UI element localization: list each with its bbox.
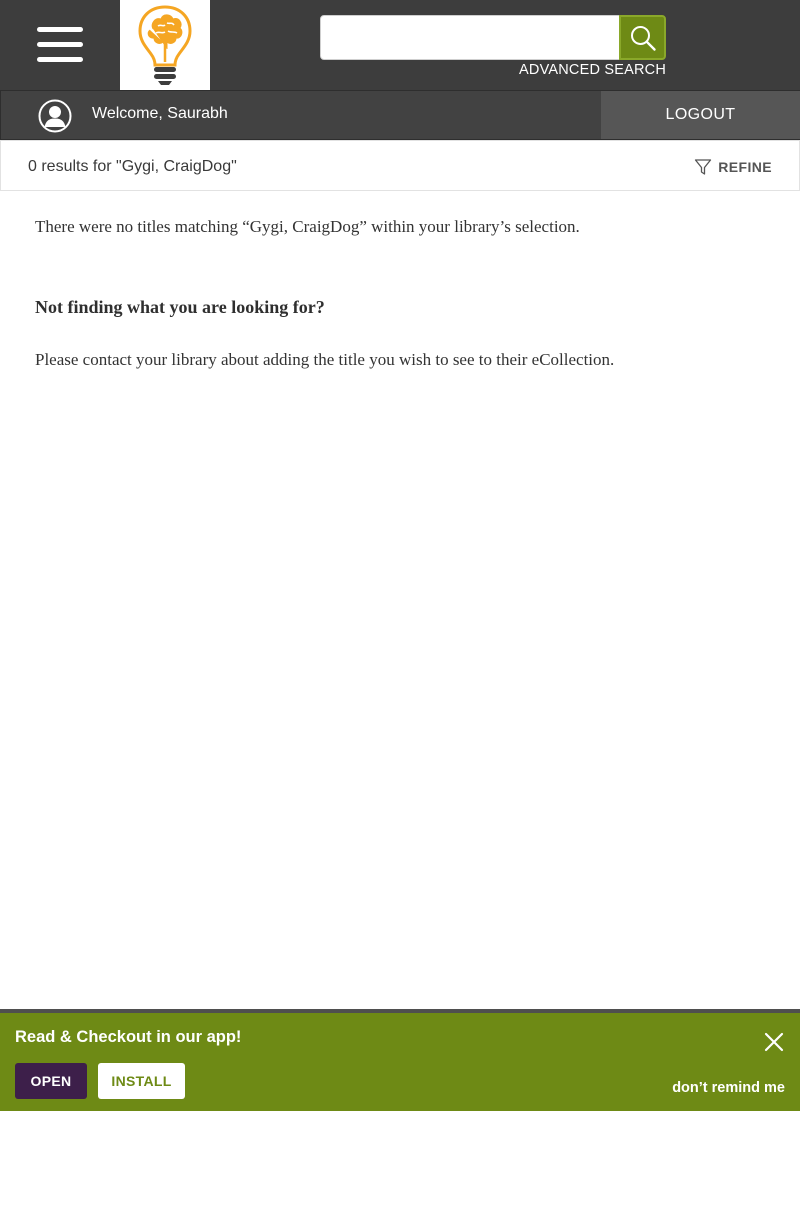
hamburger-line [37,57,83,62]
hamburger-icon[interactable] [37,27,83,63]
advanced-search-link[interactable]: ADVANCED SEARCH [519,62,666,78]
welcome-text: Welcome, Saurabh [92,105,228,122]
results-summary: 0 results for "Gygi, CraigDog" [28,158,237,175]
user-bar: Welcome, Saurabh LOGOUT [0,90,800,140]
lightbulb-brain-logo[interactable] [120,0,210,90]
hamburger-line [37,42,83,47]
filter-icon [695,159,712,175]
user-icon [38,99,72,133]
app-promo-banner: Read & Checkout in our app! OPEN INSTALL… [0,1009,800,1111]
close-icon[interactable] [764,1032,784,1052]
banner-title: Read & Checkout in our app! [15,1028,242,1046]
search-button[interactable] [619,15,666,60]
open-app-button[interactable]: OPEN [15,1063,87,1099]
results-bar: 0 results for "Gygi, CraigDog" REFINE [0,140,800,191]
dont-remind-link[interactable]: don’t remind me [672,1080,785,1096]
install-app-button[interactable]: INSTALL [98,1063,185,1099]
main-content: There were no titles matching “Gygi, Cra… [35,216,775,371]
contact-library-text: Please contact your library about adding… [35,350,615,369]
refine-button[interactable]: REFINE [694,158,772,176]
search-icon [630,25,656,51]
refine-label: REFINE [718,159,772,175]
hamburger-line [37,27,83,32]
search-input[interactable] [320,15,620,60]
top-navbar: ADVANCED SEARCH [0,0,800,90]
lightbulb-icon [138,5,192,85]
no-results-message: There were no titles matching “Gygi, Cra… [35,217,580,236]
logout-button[interactable]: LOGOUT [601,91,800,139]
not-finding-heading: Not finding what you are looking for? [35,297,325,317]
